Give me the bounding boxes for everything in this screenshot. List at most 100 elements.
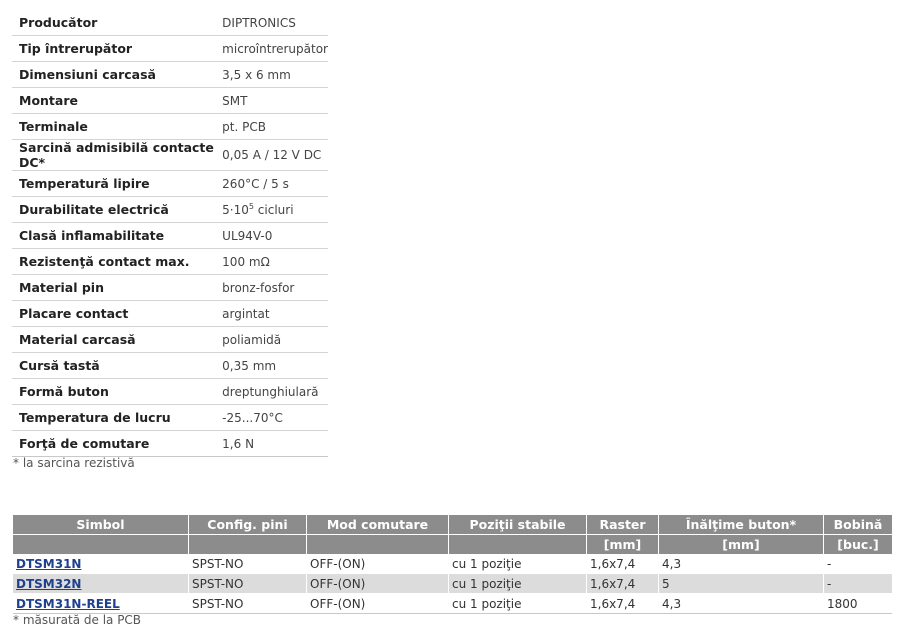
spec-value: -25...70°C	[215, 404, 328, 431]
col-header-stable-positions: Poziţii stabile	[448, 515, 587, 535]
spec-value: poliamidă	[215, 326, 328, 353]
spec-row: Material carcasă poliamidă	[12, 326, 328, 353]
spec-value: 1,6 N	[215, 430, 328, 457]
spec-label: Temperatura de lucru	[12, 404, 216, 431]
product-symbol-cell: DTSM31N	[13, 554, 189, 574]
table-cell: cu 1 poziţie	[448, 593, 587, 614]
product-symbol-cell: DTSM32N	[13, 573, 189, 594]
spec-row: Clasă inflamabilitate UL94V-0	[12, 222, 328, 249]
table-cell: SPST-NO	[188, 593, 307, 614]
spec-value: SMT	[215, 87, 328, 114]
spec-row: Temperatura de lucru -25...70°C	[12, 404, 328, 431]
table-cell: OFF-(ON)	[306, 573, 449, 594]
col-subheader-unit: [buc.]	[823, 534, 892, 554]
col-header-button-height: Înălţime buton*	[658, 515, 824, 535]
col-subheader	[448, 534, 587, 554]
spec-value: 0,05 A / 12 V DC	[215, 139, 328, 171]
spec-value: 3,5 x 6 mm	[215, 61, 328, 88]
header-row: Simbol Config. pini Mod comutare Poziţii…	[13, 515, 892, 535]
spec-label: Terminale	[12, 113, 216, 140]
spec-row: Dimensiuni carcasă 3,5 x 6 mm	[12, 61, 328, 88]
table-cell: -	[823, 554, 892, 574]
table-cell: SPST-NO	[188, 554, 307, 574]
spec-row: Cursă tastă 0,35 mm	[12, 352, 328, 379]
spec-row: Sarcină admisibilă contacte DC* 0,05 A / …	[12, 139, 328, 171]
spec-label: Rezistenţă contact max.	[12, 248, 216, 275]
spec-label: Placare contact	[12, 300, 216, 327]
col-header-symbol: Simbol	[13, 515, 189, 535]
spec-row: Temperatură lipire 260°C / 5 s	[12, 170, 328, 197]
spec-value: 260°C / 5 s	[215, 170, 328, 197]
product-symbol-cell: DTSM31N-REEL	[13, 593, 189, 614]
table-cell: OFF-(ON)	[306, 554, 449, 574]
spec-value: microîntrerupător	[215, 35, 328, 62]
spec-label: Producător	[12, 10, 216, 36]
col-header-raster: Raster	[586, 515, 659, 535]
spec-row: Tip întrerupător microîntrerupător	[12, 35, 328, 62]
spec-row: Material pin bronz-fosfor	[12, 274, 328, 301]
products-footnote: * măsurată de la PCB	[13, 613, 142, 627]
col-header-switch-mode: Mod comutare	[306, 515, 449, 535]
table-cell: 1800	[823, 593, 892, 614]
spec-row: Producător DIPTRONICS	[12, 10, 328, 36]
specifications-table: Producător DIPTRONICS Tip întrerupător mic…	[12, 10, 328, 457]
table-cell: SPST-NO	[188, 573, 307, 594]
spec-value-unit: cicluri	[253, 203, 294, 217]
spec-label: Formă buton	[12, 378, 216, 405]
col-subheader	[306, 534, 449, 554]
spec-value: 5·105 cicluri	[215, 196, 328, 223]
table-cell: 4,3	[658, 593, 824, 614]
table-cell: 1,6x7,4	[586, 573, 659, 594]
col-subheader	[13, 534, 189, 554]
spec-row: Durabilitate electrică 5·105 cicluri	[12, 196, 328, 223]
spec-label: Cursă tastă	[12, 352, 216, 379]
spec-value: dreptunghiulară	[215, 378, 328, 405]
table-cell: -	[823, 573, 892, 594]
spec-label: Clasă inflamabilitate	[12, 222, 216, 249]
spec-row: Forţă de comutare 1,6 N	[12, 430, 328, 457]
products-table: Simbol Config. pini Mod comutare Poziţii…	[13, 515, 892, 614]
spec-row: Terminale pt. PCB	[12, 113, 328, 140]
spec-label: Material pin	[12, 274, 216, 301]
spec-label: Montare	[12, 87, 216, 114]
table-cell: 5	[658, 573, 824, 594]
spec-row: Placare contact argintat	[12, 300, 328, 327]
spec-value: UL94V-0	[215, 222, 328, 249]
spec-label: Dimensiuni carcasă	[12, 61, 216, 88]
table-row: DTSM32N SPST-NO OFF-(ON) cu 1 poziţie 1,…	[13, 573, 892, 594]
table-row: DTSM31N SPST-NO OFF-(ON) cu 1 poziţie 1,…	[13, 554, 892, 574]
spec-label: Temperatură lipire	[12, 170, 216, 197]
table-cell: cu 1 poziţie	[448, 573, 587, 594]
spec-row: Montare SMT	[12, 87, 328, 114]
spec-label: Durabilitate electrică	[12, 196, 216, 223]
table-row: DTSM31N-REEL SPST-NO OFF-(ON) cu 1 poziţ…	[13, 593, 892, 614]
spec-value-base: 5·10	[222, 203, 249, 217]
spec-value: pt. PCB	[215, 113, 328, 140]
table-cell: cu 1 poziţie	[448, 554, 587, 574]
col-subheader-unit: [mm]	[658, 534, 824, 554]
col-header-pin-config: Config. pini	[188, 515, 307, 535]
product-link[interactable]: DTSM31N	[16, 557, 81, 571]
table-cell: 1,6x7,4	[586, 593, 659, 614]
subheader-row: [mm] [mm] [buc.]	[13, 534, 892, 554]
spec-value: 0,35 mm	[215, 352, 328, 379]
spec-row: Rezistenţă contact max. 100 mΩ	[12, 248, 328, 275]
col-header-reel: Bobină	[823, 515, 892, 535]
col-subheader-unit: [mm]	[586, 534, 659, 554]
spec-value: 100 mΩ	[215, 248, 328, 275]
spec-label: Sarcină admisibilă contacte DC*	[12, 139, 216, 171]
table-cell: 1,6x7,4	[586, 554, 659, 574]
spec-value: argintat	[215, 300, 328, 327]
spec-label: Tip întrerupător	[12, 35, 216, 62]
spec-value: bronz-fosfor	[215, 274, 328, 301]
spec-value: DIPTRONICS	[215, 10, 328, 36]
table-cell: 4,3	[658, 554, 824, 574]
product-link[interactable]: DTSM31N-REEL	[16, 597, 120, 611]
spec-row: Formă buton dreptunghiulară	[12, 378, 328, 405]
spec-label: Forţă de comutare	[12, 430, 216, 457]
col-subheader	[188, 534, 307, 554]
product-link[interactable]: DTSM32N	[16, 577, 81, 591]
table-cell: OFF-(ON)	[306, 593, 449, 614]
spec-footnote: * la sarcina rezistivă	[13, 456, 135, 470]
spec-label: Material carcasă	[12, 326, 216, 353]
